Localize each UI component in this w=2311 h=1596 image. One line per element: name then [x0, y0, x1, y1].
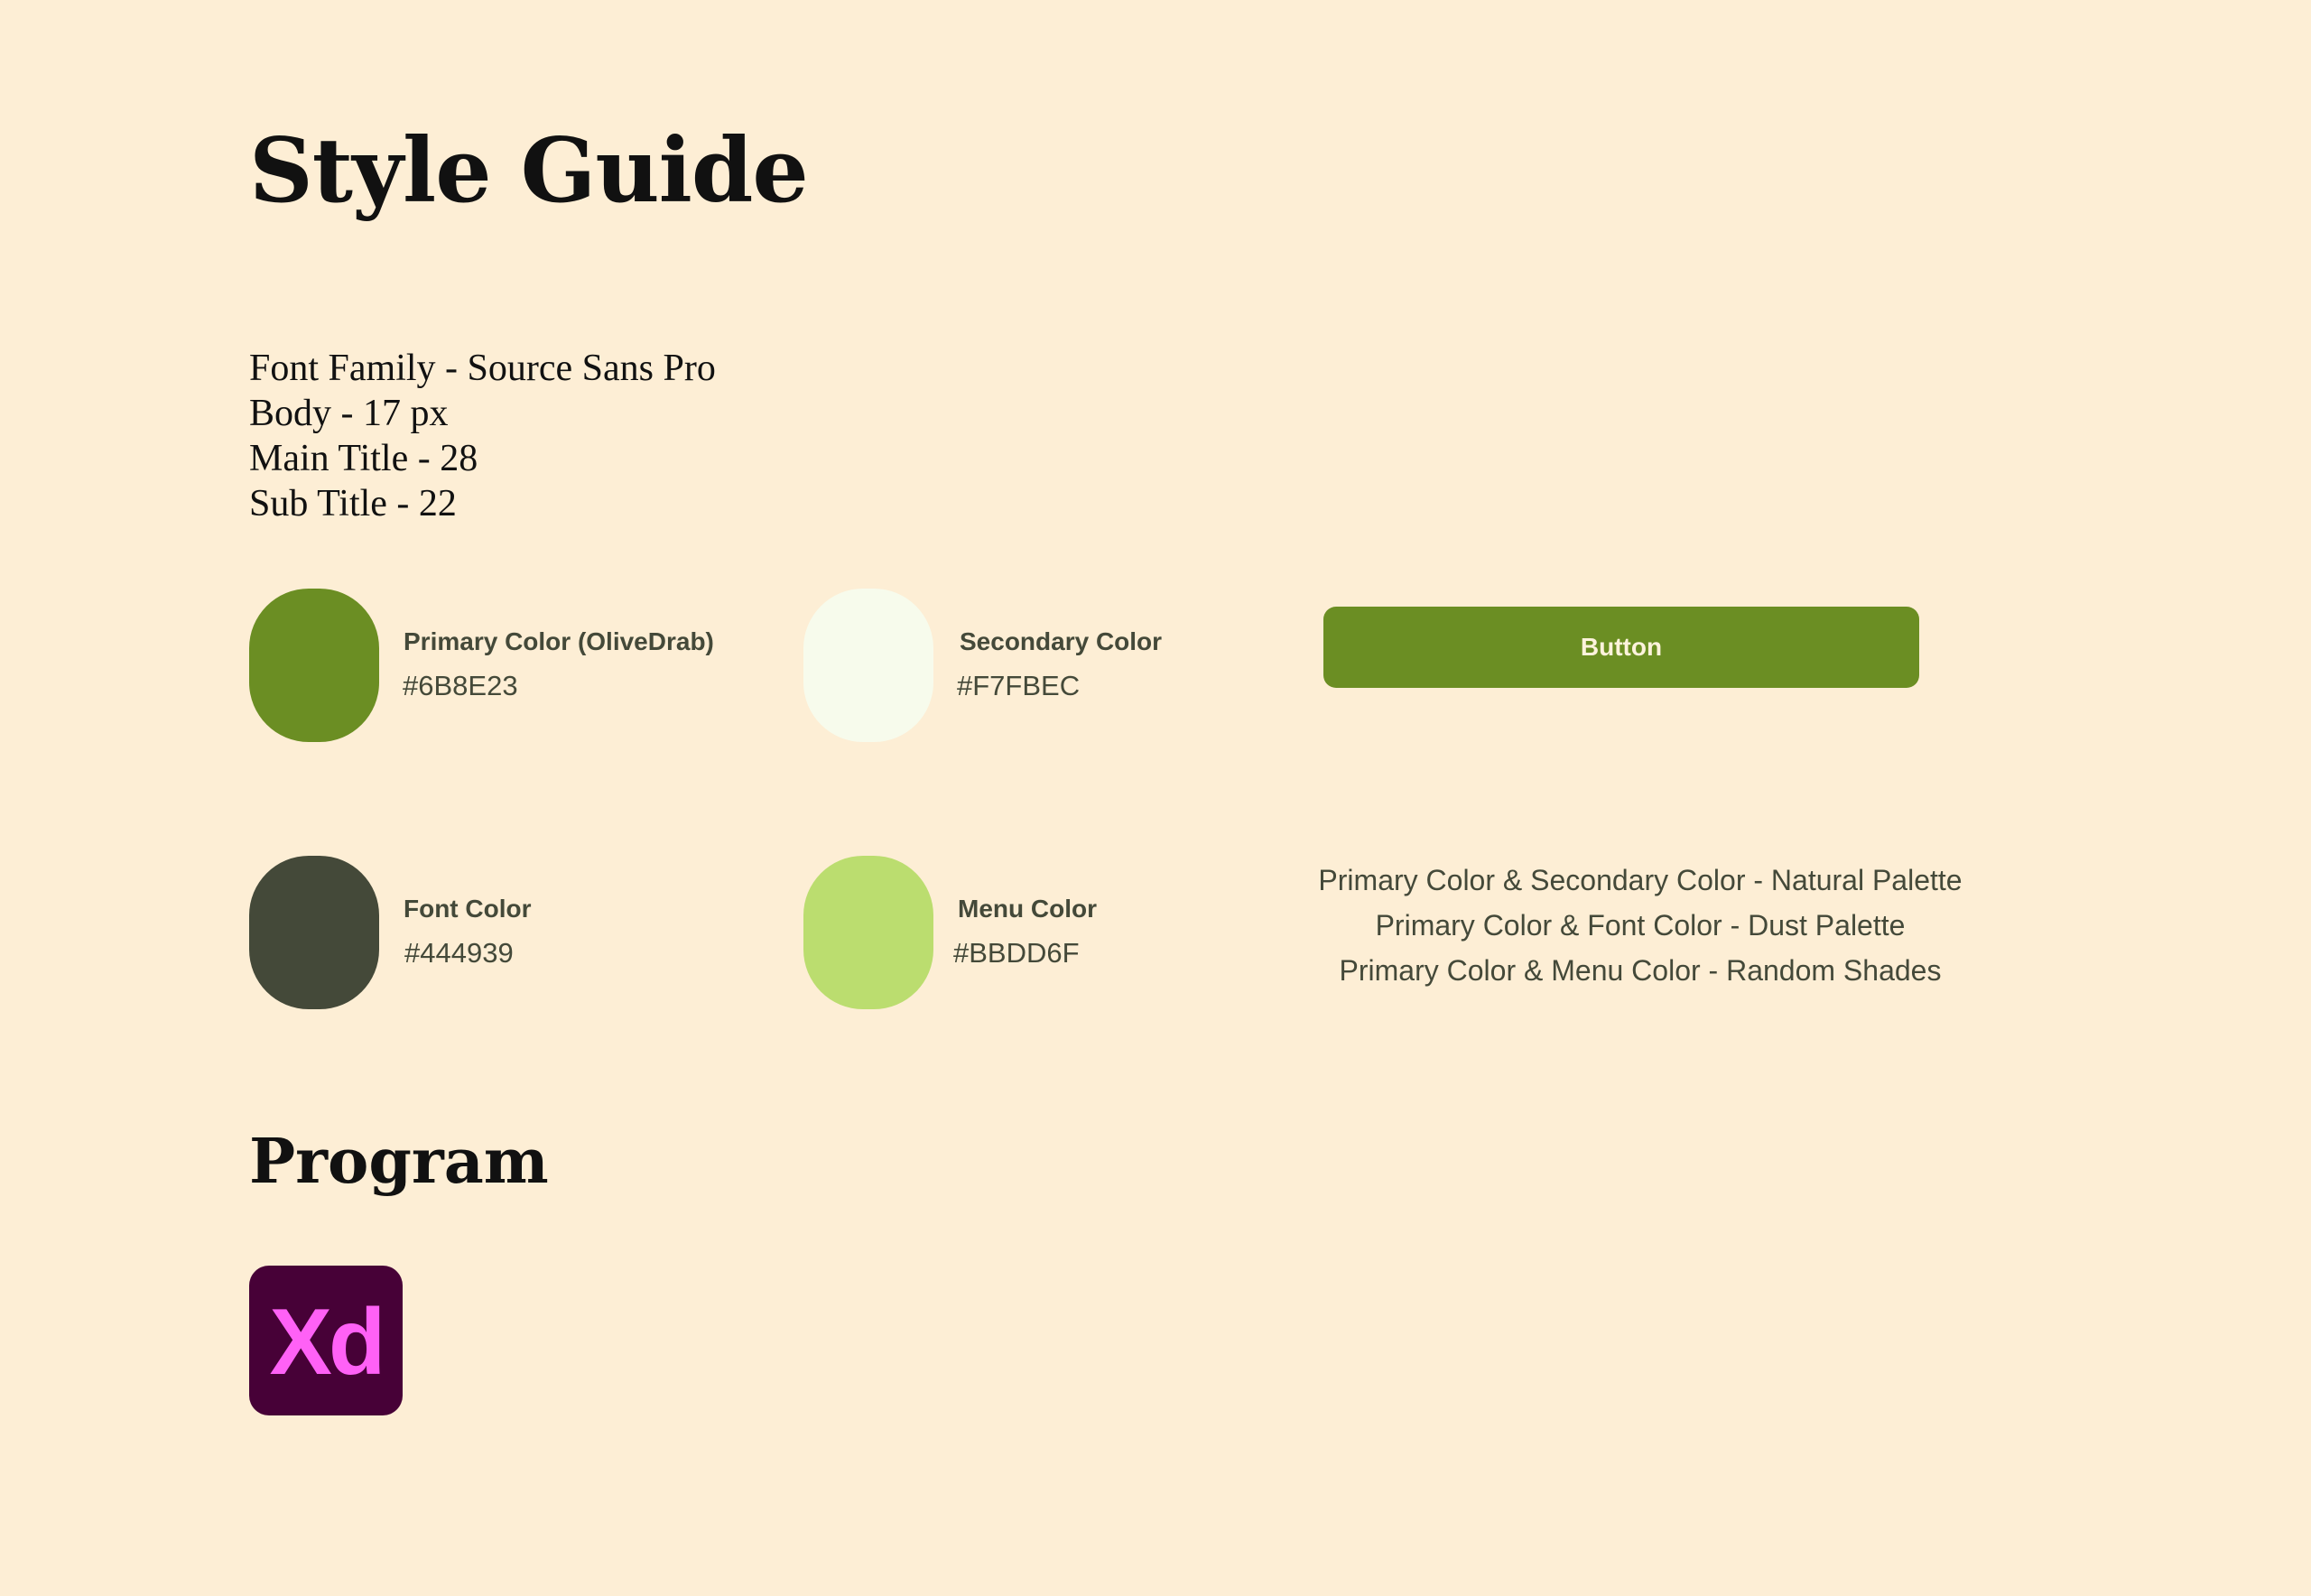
palette-note-random: Primary Color & Menu Color - Random Shad… — [1339, 954, 1942, 987]
primary-color-hex: #6B8E23 — [403, 670, 518, 701]
palette-note-natural: Primary Color & Secondary Color - Natura… — [1318, 864, 1963, 896]
menu-color-hex: #BBDD6F — [953, 937, 1080, 969]
sample-button[interactable]: Button — [1323, 607, 1919, 688]
body-size-line: Body - 17 px — [249, 393, 449, 434]
sub-title-size-line: Sub Title - 22 — [249, 483, 457, 524]
menu-color-swatch — [803, 856, 933, 1009]
font-color-hex: #444939 — [404, 937, 514, 969]
primary-color-swatch — [249, 589, 379, 742]
secondary-color-name: Secondary Color — [960, 627, 1163, 655]
font-color-name: Font Color — [404, 895, 532, 923]
font-color-swatch — [249, 856, 379, 1009]
primary-color-name: Primary Color (OliveDrab) — [404, 627, 714, 655]
program-title: Program — [249, 1126, 549, 1198]
secondary-color-hex: #F7FBEC — [957, 670, 1081, 701]
main-title-size-line: Main Title - 28 — [249, 438, 478, 479]
adobe-xd-icon: Xd — [249, 1266, 403, 1415]
secondary-color-swatch — [803, 589, 933, 742]
xd-logo-text: Xd — [269, 1290, 386, 1395]
palette-notes: Primary Color & Secondary Color - Natura… — [1282, 858, 1999, 993]
font-family-line: Font Family - Source Sans Pro — [249, 348, 716, 389]
palette-note-dust: Primary Color & Font Color - Dust Palett… — [1375, 909, 1906, 942]
typography-spec: Font Family - Source Sans Pro Body - 17 … — [249, 346, 716, 526]
menu-color-name: Menu Color — [958, 895, 1097, 923]
page-title: Style Guide — [249, 119, 809, 223]
